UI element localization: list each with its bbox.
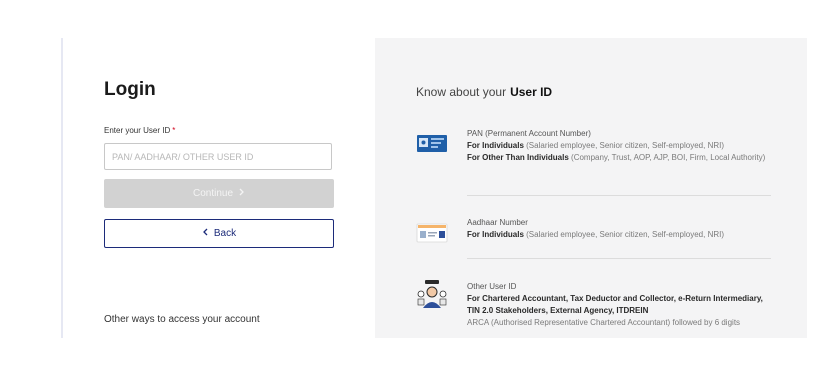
back-button[interactable]: Back [104,219,334,248]
other-user-categories: For Chartered Accountant, Tax Deductor a… [467,293,772,317]
pan-individuals: For Individuals (Salaried employee, Seni… [467,140,772,152]
user-id-label-text: Enter your User ID [104,126,171,135]
info-heading-prefix: Know about your [416,85,507,99]
info-heading: Know about your User ID [416,85,552,99]
aadhaar-individuals: For Individuals (Salaried employee, Seni… [467,229,772,241]
user-id-label: Enter your User ID * [104,126,175,135]
other-ways-text: Other ways to access your account [104,314,260,325]
pan-info: PAN (Permanent Account Number) For Indiv… [467,128,772,164]
pan-name: PAN (Permanent Account Number) [467,129,591,138]
aadhaar-card-icon [415,220,449,251]
user-id-info-panel: Know about your User ID PAN (Permanent Ac… [375,38,807,338]
user-group-icon [415,278,449,317]
user-id-input[interactable] [104,143,332,170]
divider [467,258,771,259]
other-user-name: Other User ID [467,282,517,291]
aadhaar-name: Aadhaar Number [467,218,528,227]
aadhaar-individuals-bold: For Individuals [467,230,524,239]
pan-other-bold: For Other Than Individuals [467,153,569,162]
other-user-info: Other User ID For Chartered Accountant, … [467,281,772,329]
required-mark: * [172,126,176,135]
continue-label: Continue [192,188,234,199]
divider [467,195,771,196]
other-user-arca: ARCA (Authorised Representative Chartere… [467,318,741,327]
pan-individuals-bold: For Individuals [467,141,524,150]
pan-card-icon [415,130,449,161]
chevron-right-icon [239,188,245,199]
back-label: Back [213,228,237,239]
aadhaar-info: Aadhaar Number For Individuals (Salaried… [467,217,772,241]
info-heading-strong: User ID [510,85,553,99]
pan-individuals-rest: (Salaried employee, Senior citizen, Self… [526,141,725,150]
aadhaar-individuals-rest: (Salaried employee, Senior citizen, Self… [526,230,725,239]
pan-other-rest: (Company, Trust, AOP, AJP, BOI, Firm, Lo… [571,153,766,162]
login-title: Login [104,79,156,100]
pan-other: For Other Than Individuals (Company, Tru… [467,152,772,164]
other-user-categories-bold: For Chartered Accountant, Tax Deductor a… [467,294,763,315]
login-panel: Login Enter your User ID* Continue Back … [63,38,374,338]
continue-button[interactable]: Continue [104,179,334,208]
chevron-left-icon [202,228,208,239]
